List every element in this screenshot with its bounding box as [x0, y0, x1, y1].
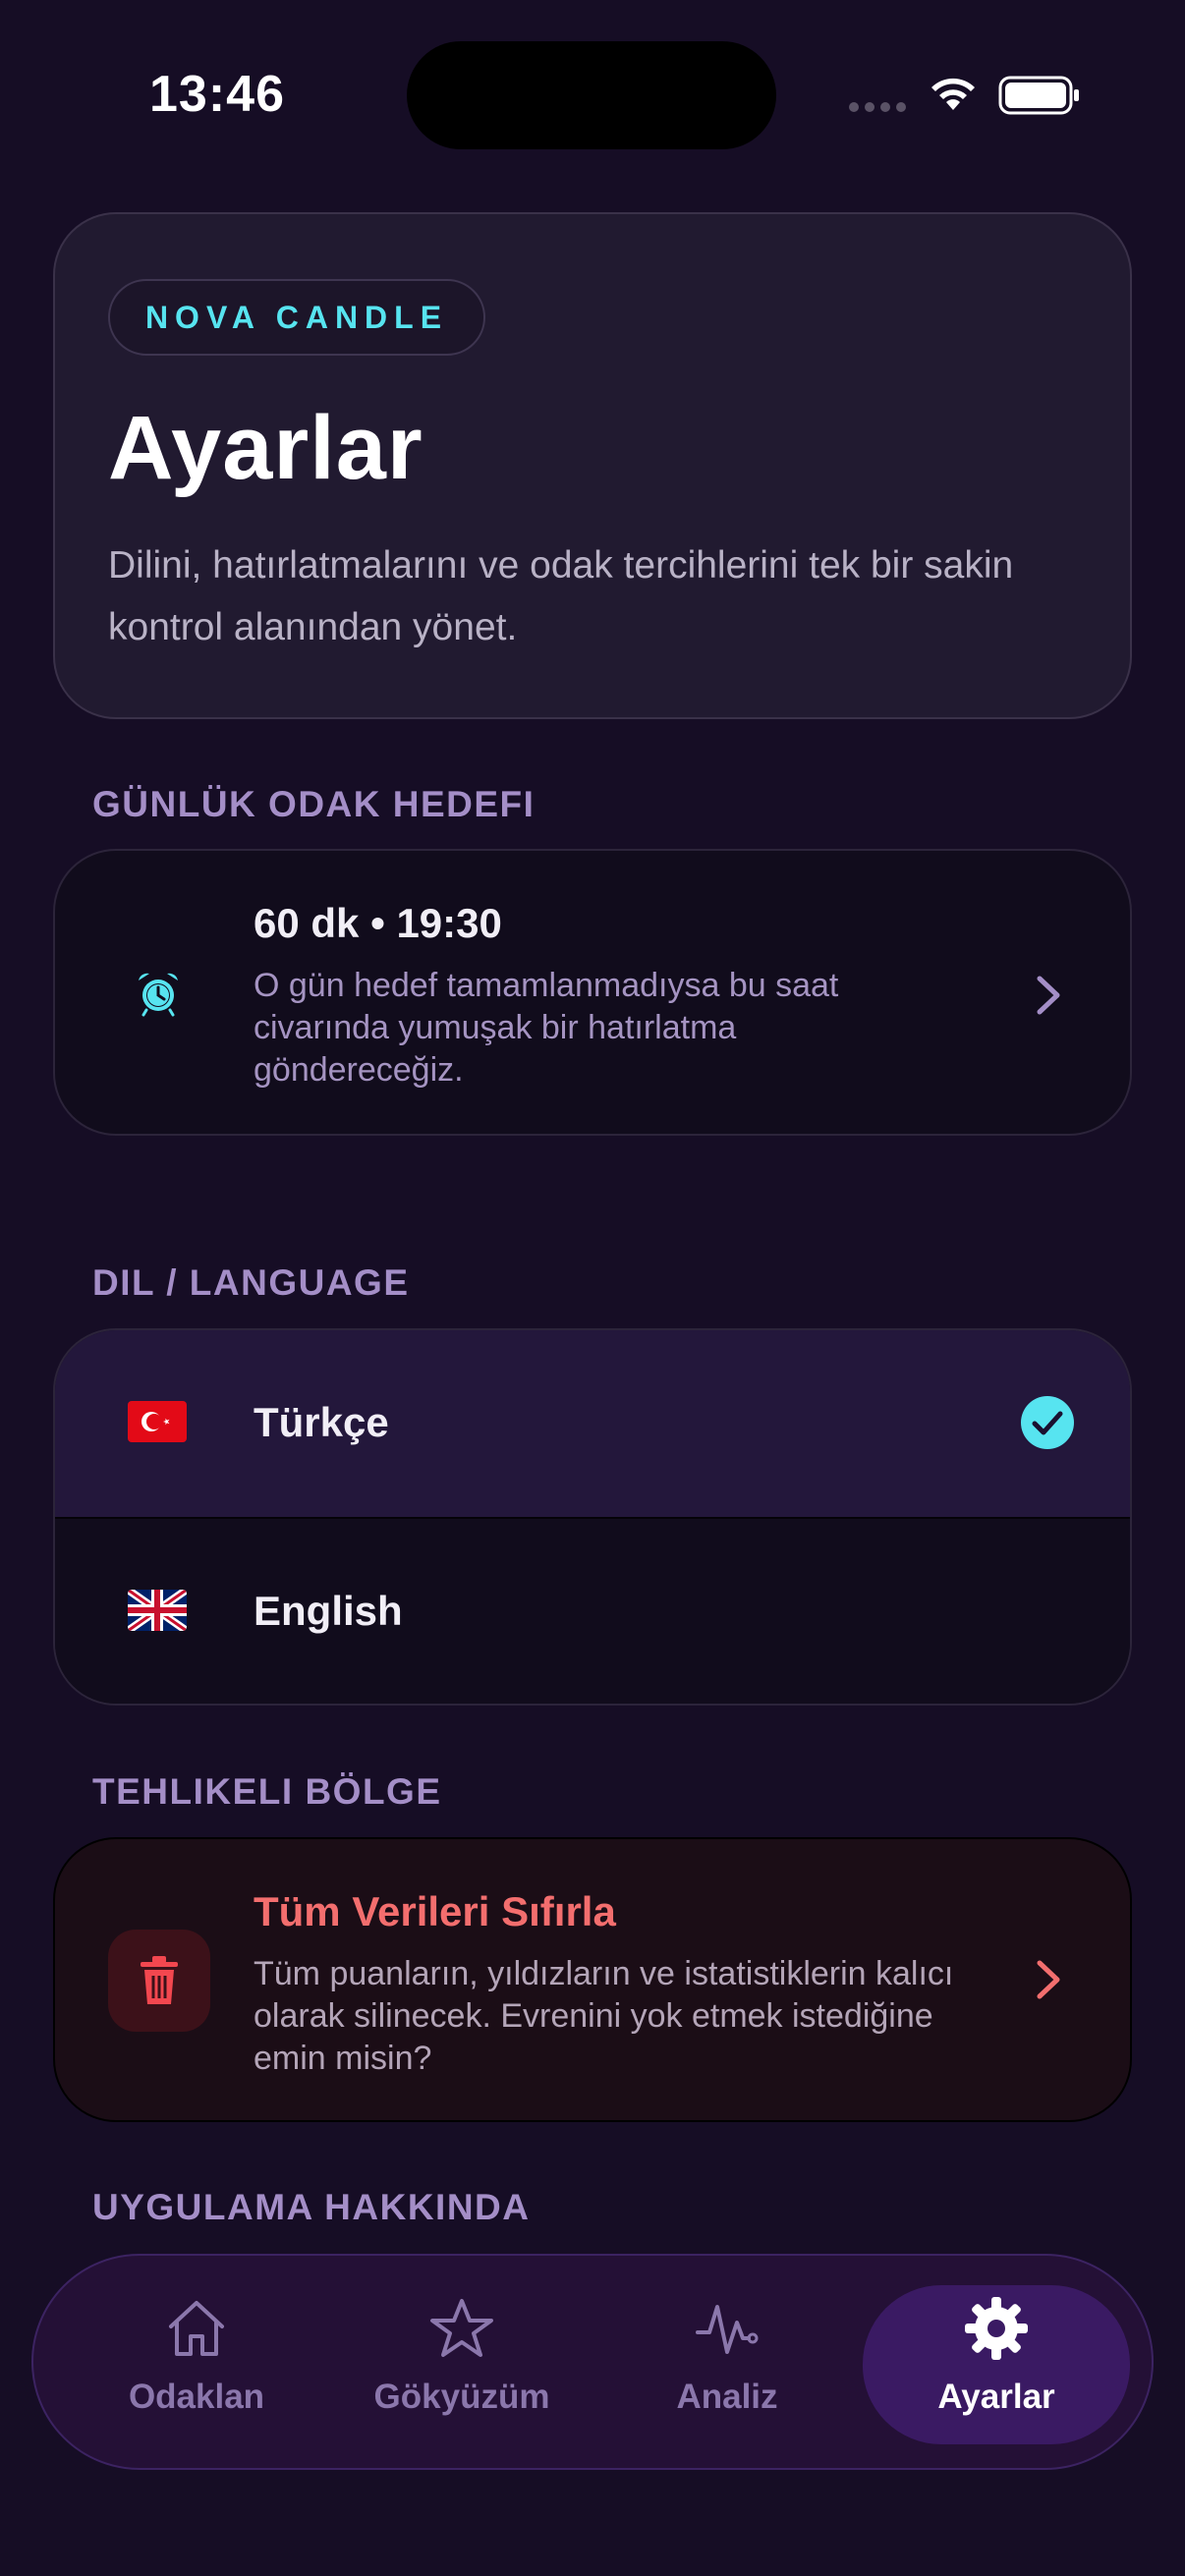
star-icon: [430, 2299, 493, 2357]
about-section-label: UYGULAMA HAKKINDA: [92, 2187, 531, 2227]
language-section-label: DIL / LANGUAGE: [92, 1262, 410, 1303]
settings-header-card: NOVA CANDLE Ayarlar Dilini, hatırlatmala…: [53, 212, 1132, 719]
nav-label: Ayarlar: [937, 2378, 1055, 2416]
nav-tab-focus[interactable]: Odaklan: [69, 2285, 324, 2444]
language-option-english[interactable]: English: [55, 1519, 1130, 1704]
battery-icon: [998, 76, 1079, 115]
language-list: Türkçe English: [53, 1328, 1132, 1706]
uk-flag-icon: [128, 1590, 187, 1631]
alarm-clock-icon: [139, 973, 178, 1017]
goal-description: O gün hedef tamamlanmadıysa bu saat civa…: [254, 967, 839, 1089]
language-option-turkish[interactable]: Türkçe: [55, 1330, 1130, 1517]
status-time: 13:46: [149, 66, 285, 123]
trash-icon: [141, 1956, 178, 2004]
language-label: English: [254, 1588, 403, 1634]
reset-description: Tüm puanların, yıldızların ve istatistik…: [254, 1955, 954, 2077]
nav-tab-analysis[interactable]: Analiz: [599, 2285, 855, 2444]
pulse-icon: [696, 2305, 759, 2354]
dynamic-island: [407, 41, 776, 149]
cellular-signal-icon: [849, 102, 906, 112]
reset-title: Tüm Verileri Sıfırla: [254, 1888, 616, 1934]
danger-section-label: TEHLIKELI BÖLGE: [92, 1771, 442, 1812]
goal-title: 60 dk • 19:30: [254, 900, 502, 946]
status-bar: 13:46: [0, 0, 1185, 196]
home-icon: [169, 2301, 224, 2356]
nav-label: Odaklan: [128, 2378, 265, 2416]
trash-icon-container: [108, 1930, 210, 2032]
chevron-right-icon: [1037, 1960, 1060, 1999]
page-title: Ayarlar: [108, 398, 423, 498]
wifi-icon: [931, 78, 975, 110]
chevron-right-icon: [1037, 976, 1060, 1015]
goal-section-label: GÜNLÜK ODAK HEDEFI: [92, 784, 536, 824]
language-label: Türkçe: [254, 1399, 389, 1445]
nav-tab-sky[interactable]: Gökyüzüm: [334, 2285, 590, 2444]
checkmark-icon: [1021, 1396, 1074, 1449]
turkey-flag-icon: [128, 1401, 187, 1442]
reset-data-row[interactable]: Tüm Verileri Sıfırla Tüm puanların, yıld…: [53, 1837, 1132, 2122]
gear-icon: [965, 2297, 1028, 2360]
nav-label: Analiz: [676, 2378, 778, 2416]
page-description: Dilini, hatırlatmalarını ve odak tercihl…: [108, 544, 1014, 648]
nav-label: Gökyüzüm: [373, 2378, 550, 2416]
brand-badge: NOVA CANDLE: [108, 279, 485, 356]
bottom-navigation: Odaklan Gökyüzüm Analiz Ayarlar: [31, 2254, 1154, 2470]
nav-tab-settings[interactable]: Ayarlar: [863, 2285, 1130, 2444]
daily-goal-row[interactable]: 60 dk • 19:30 O gün hedef tamamlanmadıys…: [53, 849, 1132, 1136]
